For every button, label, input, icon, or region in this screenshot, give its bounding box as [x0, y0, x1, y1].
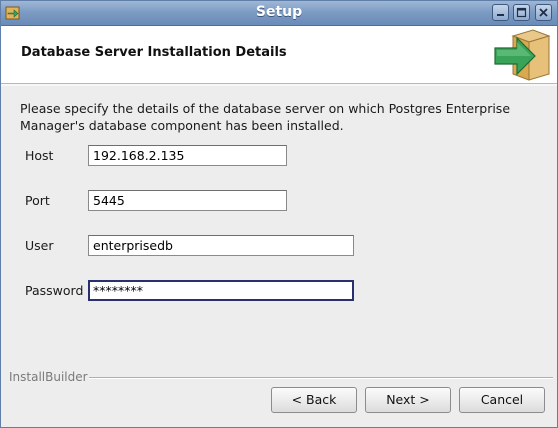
- installer-box-icon: [493, 28, 553, 82]
- maximize-button[interactable]: [513, 4, 530, 21]
- user-label: User: [25, 238, 54, 253]
- wizard-header: Database Server Installation Details: [1, 26, 557, 84]
- password-label: Password: [25, 283, 84, 298]
- cancel-button[interactable]: Cancel: [459, 387, 545, 413]
- host-label: Host: [25, 148, 54, 163]
- window-title: Setup: [255, 4, 303, 20]
- description-text: Please specify the details of the databa…: [20, 101, 511, 133]
- footer-separator: [89, 377, 553, 379]
- host-input[interactable]: [88, 145, 287, 166]
- header-divider: [1, 84, 557, 86]
- setup-window: Setup Database Server Installation Detai…: [0, 0, 558, 428]
- user-input[interactable]: [88, 235, 354, 256]
- title-bar[interactable]: Setup: [1, 1, 557, 26]
- installbuilder-label: InstallBuilder: [9, 370, 88, 384]
- maximize-icon: [516, 7, 527, 18]
- close-icon: [539, 8, 548, 17]
- close-button[interactable]: [535, 4, 552, 21]
- back-button[interactable]: < Back: [271, 387, 357, 413]
- password-input[interactable]: [88, 280, 354, 301]
- port-input[interactable]: [88, 190, 287, 211]
- minimize-button[interactable]: [492, 4, 509, 21]
- minimize-icon: [497, 14, 504, 16]
- port-label: Port: [25, 193, 50, 208]
- page-title: Database Server Installation Details: [21, 45, 287, 60]
- next-button[interactable]: Next >: [365, 387, 451, 413]
